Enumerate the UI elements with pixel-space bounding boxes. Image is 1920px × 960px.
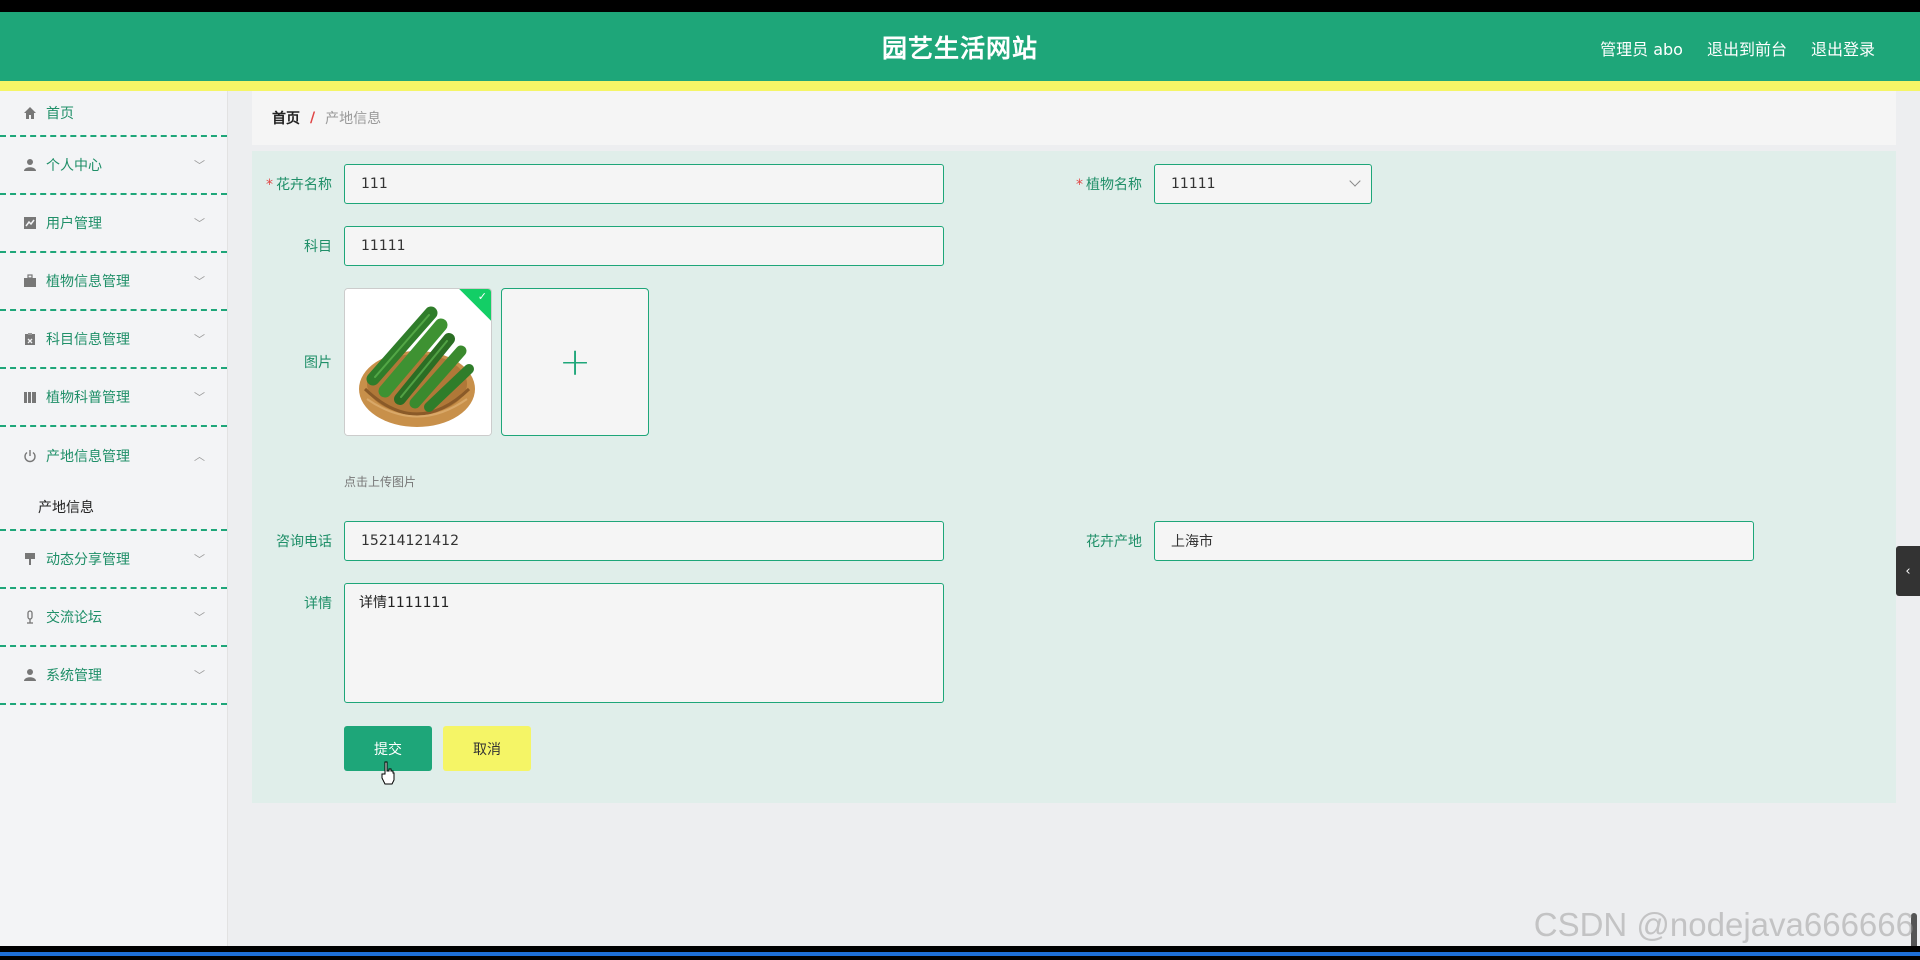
upload-hint: 点击上传图片 (344, 475, 417, 489)
sidebar-item-plant-info[interactable]: 植物信息管理 ﹀ (0, 253, 227, 311)
origin-label: 花卉产地 (1086, 534, 1142, 550)
check-icon: ✓ (477, 290, 487, 303)
sidebar-item-label: 个人中心 (46, 158, 102, 174)
chevron-down-icon: ﹀ (194, 159, 205, 172)
sidebar-item-label: 科目信息管理 (46, 332, 130, 348)
sidebar-item-label: 产地信息管理 (46, 449, 130, 465)
sidebar-item-home[interactable]: 首页 (0, 91, 227, 137)
briefcase-icon (22, 273, 38, 289)
sidebar-item-plant-science[interactable]: 植物科普管理 ﹀ (0, 369, 227, 427)
origin-form: * 花卉名称 111 * 植物名称 11111 科目 11111 图片 ✓ + … (252, 151, 1896, 803)
chevron-down-icon: ﹀ (194, 217, 205, 230)
sidebar-item-label: 首页 (46, 106, 74, 122)
cancel-button[interactable]: 取消 (443, 726, 531, 771)
cucumber-basket-image (345, 289, 491, 435)
home-icon (22, 105, 38, 121)
uploaded-image-thumbnail[interactable]: ✓ (344, 288, 492, 436)
sidebar: 首页 个人中心 ﹀ 用户管理 ﹀ 植物信息管理 ﹀ 科目信息管理 ﹀ 植物科普管… (0, 91, 228, 946)
plant-name-value: 11111 (1171, 176, 1216, 192)
image-upload-button[interactable]: + (501, 288, 649, 436)
chevron-down-icon: ﹀ (194, 669, 205, 682)
header-links: 管理员 abo 退出到前台 退出登录 (1600, 36, 1875, 60)
plant-name-select[interactable]: 11111 (1154, 164, 1372, 204)
chevron-down-icon: ﹀ (194, 553, 205, 566)
breadcrumb-separator: / (310, 110, 316, 126)
chevron-down-icon: ﹀ (194, 611, 205, 624)
clipboard-icon (22, 331, 38, 347)
origin-input[interactable]: 上海市 (1154, 521, 1754, 561)
plant-name-label: * 植物名称 (1076, 177, 1142, 193)
breadcrumb-current: 产地信息 (325, 111, 382, 127)
brush-icon (22, 551, 38, 567)
flower-name-input[interactable]: 111 (344, 164, 944, 204)
chevron-left-icon: ‹ (1905, 563, 1911, 579)
page-body: 首页 个人中心 ﹀ 用户管理 ﹀ 植物信息管理 ﹀ 科目信息管理 ﹀ 植物科普管… (0, 91, 1920, 960)
microphone-icon (22, 609, 38, 625)
hand-cursor-icon (381, 761, 395, 785)
sidebar-item-forum[interactable]: 交流论坛 ﹀ (0, 589, 227, 647)
sidebar-subitem-origin[interactable]: 产地信息 (0, 485, 227, 531)
sidebar-item-dynamic-share[interactable]: 动态分享管理 ﹀ (0, 531, 227, 589)
sidebar-item-users[interactable]: 用户管理 ﹀ (0, 195, 227, 253)
details-textarea[interactable]: 详情1111111 (344, 583, 944, 703)
exit-to-frontend-link[interactable]: 退出到前台 (1707, 36, 1787, 60)
subject-label: 科目 (304, 239, 332, 255)
chevron-up-icon: ︿ (194, 450, 205, 463)
user-icon (22, 667, 38, 683)
admin-user-link[interactable]: 管理员 abo (1600, 36, 1683, 60)
flower-name-label: * 花卉名称 (266, 177, 332, 193)
phone-label: 咨询电话 (276, 534, 332, 550)
panel-toggle-button[interactable]: ‹ (1896, 546, 1920, 596)
sidebar-item-system[interactable]: 系统管理 ﹀ (0, 647, 227, 705)
phone-input[interactable]: 15214121412 (344, 521, 944, 561)
chart-icon (22, 215, 38, 231)
sidebar-item-label: 动态分享管理 (46, 552, 130, 568)
user-icon (22, 157, 38, 173)
sidebar-item-label: 植物科普管理 (46, 390, 130, 406)
sidebar-item-personal-center[interactable]: 个人中心 ﹀ (0, 137, 227, 195)
details-label: 详情 (304, 596, 332, 612)
sidebar-item-subject-info[interactable]: 科目信息管理 ﹀ (0, 311, 227, 369)
top-frame (0, 0, 1920, 12)
image-label: 图片 (304, 355, 332, 371)
power-icon (22, 448, 38, 464)
sidebar-item-label: 交流论坛 (46, 610, 102, 626)
library-icon (22, 389, 38, 405)
header-accent-bar (0, 81, 1920, 91)
chevron-down-icon: ﹀ (194, 333, 205, 346)
sidebar-item-origin-info[interactable]: 产地信息管理 ︿ (0, 427, 227, 485)
logout-link[interactable]: 退出登录 (1811, 36, 1875, 60)
header: 园艺生活网站 管理员 abo 退出到前台 退出登录 (0, 12, 1920, 81)
sidebar-item-label: 植物信息管理 (46, 274, 130, 290)
chevron-down-icon: ﹀ (194, 275, 205, 288)
breadcrumb-home[interactable]: 首页 (272, 108, 300, 128)
subject-input[interactable]: 11111 (344, 226, 944, 266)
chevron-down-icon (1349, 175, 1361, 187)
sidebar-item-label: 用户管理 (46, 216, 102, 232)
watermark: CSDN @nodejava666666 (1533, 906, 1914, 943)
sidebar-item-label: 系统管理 (46, 668, 102, 684)
chevron-down-icon: ﹀ (194, 391, 205, 404)
progress-bar (0, 952, 1920, 956)
breadcrumb: 首页 / 产地信息 (252, 91, 1896, 145)
plus-icon: + (559, 340, 591, 384)
